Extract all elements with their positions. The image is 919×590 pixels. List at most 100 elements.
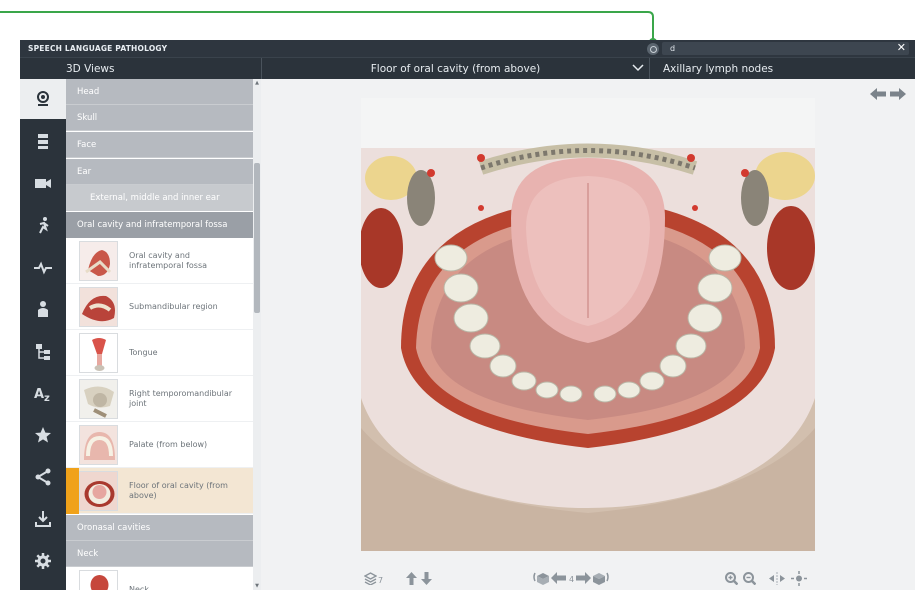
list-item-selected[interactable]: Floor of oral cavity (from above)	[66, 468, 253, 514]
nav-rail: Az	[20, 79, 66, 590]
category-row[interactable]: Head	[66, 79, 253, 105]
search-box[interactable]: ✕	[662, 41, 909, 55]
viewer-toolbar: 7 4	[361, 569, 815, 589]
nav-patient-button[interactable]	[20, 289, 66, 329]
thumbnail-image	[79, 570, 118, 590]
history-navigation	[869, 87, 907, 101]
scroll-up-arrow-icon[interactable]: ▲	[254, 80, 260, 86]
star-icon	[35, 427, 51, 443]
thumbnail-image	[79, 333, 118, 373]
share-icon	[35, 468, 51, 486]
list-item[interactable]: Neck	[66, 567, 253, 590]
3d-viewer: 7 4	[261, 79, 915, 590]
running-figure-icon	[39, 217, 49, 234]
download-icon	[35, 511, 51, 527]
header-bar: 3D Views Floor of oral cavity (from abov…	[20, 57, 915, 80]
arrow-left-icon	[551, 572, 566, 584]
list-item-label: Floor of oral cavity (from above)	[129, 481, 228, 500]
settings-icon	[35, 553, 51, 569]
category-row[interactable]: Neck	[66, 541, 253, 567]
thumbnail-image	[79, 287, 118, 327]
nav-3d-views-button[interactable]	[20, 79, 66, 119]
category-row[interactable]: Ear	[66, 159, 253, 185]
patient-icon	[38, 301, 48, 317]
arrow-right-icon	[576, 572, 591, 584]
nav-layers-button[interactable]	[20, 121, 66, 161]
views-list-panel: Head Skull Face Ear External, middle and…	[66, 79, 261, 590]
nav-video-button[interactable]	[20, 163, 66, 203]
alphabetical-index-icon: Az	[34, 387, 50, 403]
heartbeat-icon	[34, 261, 52, 275]
list-item-label: Neck	[129, 585, 149, 590]
next-view-button[interactable]	[576, 569, 591, 587]
search-input[interactable]	[662, 42, 882, 55]
model-title[interactable]: Floor of oral cavity (from above)	[262, 58, 650, 80]
split-view-icon	[769, 571, 785, 585]
list-item[interactable]: Tongue	[66, 330, 253, 376]
layer-down-button[interactable]	[421, 569, 432, 587]
related-model-link[interactable]: Axillary lymph nodes	[651, 58, 911, 80]
center-view-icon	[791, 570, 807, 586]
thumbnail-image	[79, 471, 118, 511]
video-camera-icon	[35, 179, 51, 188]
rotate-right-button[interactable]	[593, 569, 609, 587]
cube-rotate-left-icon	[533, 572, 549, 585]
arrow-down-icon	[421, 571, 432, 585]
views-count: 4	[569, 575, 575, 584]
close-icon[interactable]: ✕	[897, 41, 906, 54]
list-item-label: Palate (from below)	[129, 440, 208, 449]
thumbnail-image	[79, 425, 118, 465]
scroll-down-arrow-icon[interactable]: ▼	[254, 583, 260, 589]
layer-up-button[interactable]	[406, 569, 417, 587]
list-item-label: Right temporomandibular joint	[129, 389, 233, 408]
list-item[interactable]: Right temporomandibular joint	[66, 376, 253, 422]
nav-index-button[interactable]: Az	[20, 373, 66, 413]
nav-motion-button[interactable]	[20, 205, 66, 245]
center-view-button[interactable]	[791, 569, 807, 587]
list-scrollbar[interactable]: ▲ ▼	[253, 79, 261, 590]
title-bar: SPEECH LANGUAGE PATHOLOGY ✕	[20, 40, 915, 57]
arrow-left-icon[interactable]	[869, 87, 887, 101]
category-row[interactable]: Skull	[66, 105, 253, 131]
svg-text:z: z	[44, 393, 50, 403]
category-row[interactable]: Face	[66, 132, 253, 158]
cube-rotate-right-icon	[593, 572, 609, 585]
zoom-in-icon	[725, 571, 738, 585]
open-category-row[interactable]: Oral cavity and infratemporal fossa	[66, 212, 253, 238]
split-view-button[interactable]	[769, 569, 785, 587]
category-row[interactable]: Oronasal cavities	[66, 515, 253, 541]
layers-icon	[38, 134, 48, 149]
list-item[interactable]: Palate (from below)	[66, 422, 253, 468]
arrow-up-icon	[406, 571, 417, 585]
layers-button[interactable]: 7	[364, 569, 383, 587]
app-window: SPEECH LANGUAGE PATHOLOGY ✕ 3D Views Flo…	[20, 40, 915, 590]
list-item-label: Tongue	[129, 348, 158, 357]
scrollbar-thumb[interactable]	[254, 163, 260, 313]
thumbnail-image	[79, 241, 118, 281]
rotate-left-button[interactable]	[533, 569, 549, 587]
arrow-right-icon[interactable]	[889, 87, 907, 101]
subcategory-row[interactable]: External, middle and inner ear	[66, 185, 253, 211]
zoom-out-button[interactable]	[743, 569, 756, 587]
layers-stack-icon	[364, 571, 377, 585]
views-section-label: 3D Views	[66, 58, 262, 80]
previous-view-button[interactable]	[551, 569, 566, 587]
chevron-down-icon[interactable]	[632, 62, 644, 75]
layers-count: 7	[378, 575, 384, 585]
anatomy-3d-model[interactable]	[361, 98, 815, 551]
list-item-label: Oral cavity and infratemporal fossa	[129, 251, 208, 270]
list-item[interactable]: Submandibular region	[66, 284, 253, 330]
nav-share-button[interactable]	[20, 457, 66, 497]
nav-settings-button[interactable]	[20, 541, 66, 581]
zoom-out-icon	[743, 571, 756, 585]
hierarchy-icon	[36, 344, 50, 360]
head-model-icon	[37, 91, 49, 106]
list-item[interactable]: Oral cavity and infratemporal fossa	[66, 238, 253, 284]
nav-hierarchy-button[interactable]	[20, 331, 66, 371]
nav-favorites-button[interactable]	[20, 415, 66, 455]
app-title: SPEECH LANGUAGE PATHOLOGY	[28, 44, 168, 53]
list-item-label: Submandibular region	[129, 302, 218, 311]
zoom-in-button[interactable]	[725, 569, 738, 587]
nav-physiology-button[interactable]	[20, 247, 66, 287]
nav-download-button[interactable]	[20, 499, 66, 539]
